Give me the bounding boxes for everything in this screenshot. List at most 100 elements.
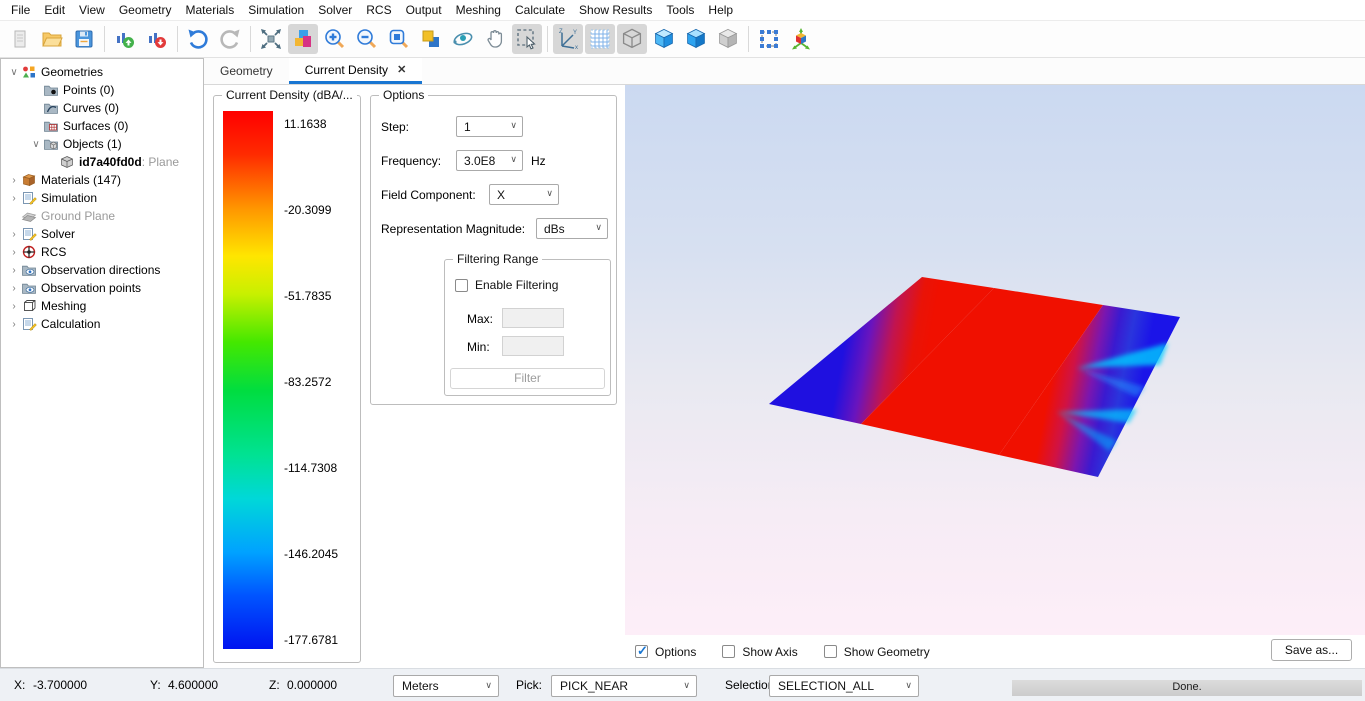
redo-icon[interactable]	[215, 24, 245, 54]
tree-item-rcs[interactable]: › RCS	[1, 243, 203, 261]
axes-icon[interactable]: ZYx	[553, 24, 583, 54]
zoom-in-icon[interactable]	[320, 24, 350, 54]
field-component-dropdown[interactable]: X∨	[489, 184, 559, 205]
expander-icon[interactable]: ›	[7, 265, 21, 276]
checkbox-box[interactable]	[455, 279, 468, 292]
max-input[interactable]	[502, 308, 564, 328]
materials-icon	[21, 173, 37, 187]
frequency-unit: Hz	[531, 154, 546, 168]
tree-item-ground-plane[interactable]: Ground Plane	[1, 207, 203, 225]
checkbox-box[interactable]	[722, 645, 735, 658]
tree-item-surfaces[interactable]: Surfaces (0)	[1, 117, 203, 135]
tree-item-solver[interactable]: › Solver	[1, 225, 203, 243]
menu-file[interactable]: File	[4, 1, 37, 19]
menu-tools[interactable]: Tools	[659, 1, 701, 19]
shaded-cube-icon[interactable]	[649, 24, 679, 54]
open-folder-icon[interactable]	[37, 24, 67, 54]
tree-item-materials[interactable]: › Materials (147)	[1, 171, 203, 189]
min-input[interactable]	[502, 336, 564, 356]
tree-item-label: id7a40fd0d	[79, 155, 142, 169]
colored-cubes-icon[interactable]	[288, 24, 318, 54]
coord-z-value: 0.000000	[287, 678, 337, 692]
step-dropdown[interactable]: 1∨	[456, 116, 523, 137]
selection-dropdown[interactable]: SELECTION_ALL∨	[769, 675, 919, 697]
legend-panel: Current Density (dBA/... 11.1638 -20.309…	[213, 95, 361, 663]
tree-item-observation-directions[interactable]: › Observation directions	[1, 261, 203, 279]
menu-view[interactable]: View	[72, 1, 112, 19]
chevron-down-icon: ∨	[683, 680, 690, 691]
menu-meshing[interactable]: Meshing	[449, 1, 508, 19]
expander-icon[interactable]: ›	[7, 301, 21, 312]
tree-item-objects[interactable]: ∨ Objects (1)	[1, 135, 203, 153]
menu-output[interactable]: Output	[399, 1, 449, 19]
menu-show-results[interactable]: Show Results	[572, 1, 659, 19]
expander-icon[interactable]: ›	[7, 247, 21, 258]
zoom-out-icon[interactable]	[352, 24, 382, 54]
save-icon[interactable]	[69, 24, 99, 54]
enable-filtering-checkbox[interactable]: Enable Filtering	[455, 278, 558, 292]
smooth-cube-icon[interactable]	[681, 24, 711, 54]
pan-hand-icon[interactable]	[480, 24, 510, 54]
selection-rect-icon[interactable]	[754, 24, 784, 54]
tree-item-observation-points[interactable]: › Observation points	[1, 279, 203, 297]
save-as-button[interactable]: Save as...	[1271, 639, 1352, 661]
legend-tick: -177.6781	[284, 633, 358, 647]
expander-icon[interactable]: ›	[7, 319, 21, 330]
tab-current-density[interactable]: Current Density ✕	[289, 58, 423, 84]
tab-geometry[interactable]: Geometry	[204, 58, 289, 84]
show-geometry-checkbox[interactable]: Show Geometry	[824, 645, 930, 659]
undo-icon[interactable]	[183, 24, 213, 54]
tree-item-label: Meshing	[41, 299, 86, 313]
close-icon[interactable]: ✕	[397, 63, 406, 76]
tree-item-meshing[interactable]: › Meshing	[1, 297, 203, 315]
orbit-icon[interactable]	[448, 24, 478, 54]
units-dropdown[interactable]: Meters∨	[393, 675, 499, 697]
legend-title: Current Density (dBA/...	[222, 88, 357, 102]
zoom-window-icon[interactable]	[384, 24, 414, 54]
svg-text:Z: Z	[559, 29, 563, 35]
menu-calculate[interactable]: Calculate	[508, 1, 572, 19]
menu-help[interactable]: Help	[701, 1, 740, 19]
tree-item-curves[interactable]: Curves (0)	[1, 99, 203, 117]
pick-dropdown[interactable]: PICK_NEAR∨	[551, 675, 697, 697]
fit-view-icon[interactable]	[256, 24, 286, 54]
chevron-down-icon: ∨	[485, 680, 492, 691]
show-axis-checkbox[interactable]: Show Axis	[722, 645, 797, 659]
overlap-squares-icon[interactable]	[416, 24, 446, 54]
frequency-dropdown[interactable]: 3.0E8∨	[456, 150, 523, 171]
expander-icon[interactable]: ∨	[7, 67, 21, 78]
tree-item-points[interactable]: Points (0)	[1, 81, 203, 99]
checkbox-box[interactable]	[635, 645, 648, 658]
expander-icon[interactable]: ›	[7, 175, 21, 186]
expander-icon[interactable]: ∨	[29, 139, 43, 150]
origin-axes-icon[interactable]	[786, 24, 816, 54]
export-icon[interactable]	[142, 24, 172, 54]
3d-viewport[interactable]	[625, 85, 1365, 635]
menu-geometry[interactable]: Geometry	[112, 1, 179, 19]
expander-icon[interactable]: ›	[7, 229, 21, 240]
tree-item-simulation[interactable]: › Simulation	[1, 189, 203, 207]
representation-magnitude-dropdown[interactable]: dBs∨	[536, 218, 608, 239]
expander-icon[interactable]: ›	[7, 193, 21, 204]
grid-icon[interactable]	[585, 24, 615, 54]
toolbar: ZYx	[0, 20, 1365, 58]
rcs-icon	[21, 245, 37, 259]
tab-bar: Geometry Current Density ✕	[204, 58, 1365, 85]
menu-solver[interactable]: Solver	[311, 1, 359, 19]
wireframe-cube-icon[interactable]	[617, 24, 647, 54]
select-region-icon[interactable]	[512, 24, 542, 54]
menu-simulation[interactable]: Simulation	[241, 1, 311, 19]
gray-cube-icon[interactable]	[713, 24, 743, 54]
import-icon[interactable]	[110, 24, 140, 54]
filter-button[interactable]: Filter	[450, 368, 605, 389]
menu-edit[interactable]: Edit	[37, 1, 72, 19]
menu-rcs[interactable]: RCS	[359, 1, 398, 19]
tree-item-plane-object[interactable]: id7a40fd0d : Plane	[1, 153, 203, 171]
new-file-icon[interactable]	[5, 24, 35, 54]
menu-materials[interactable]: Materials	[179, 1, 242, 19]
tree-item-calculation[interactable]: › Calculation	[1, 315, 203, 333]
tree-item-geometries[interactable]: ∨ Geometries	[1, 63, 203, 81]
options-checkbox[interactable]: Options	[635, 645, 696, 659]
expander-icon[interactable]: ›	[7, 283, 21, 294]
checkbox-box[interactable]	[824, 645, 837, 658]
